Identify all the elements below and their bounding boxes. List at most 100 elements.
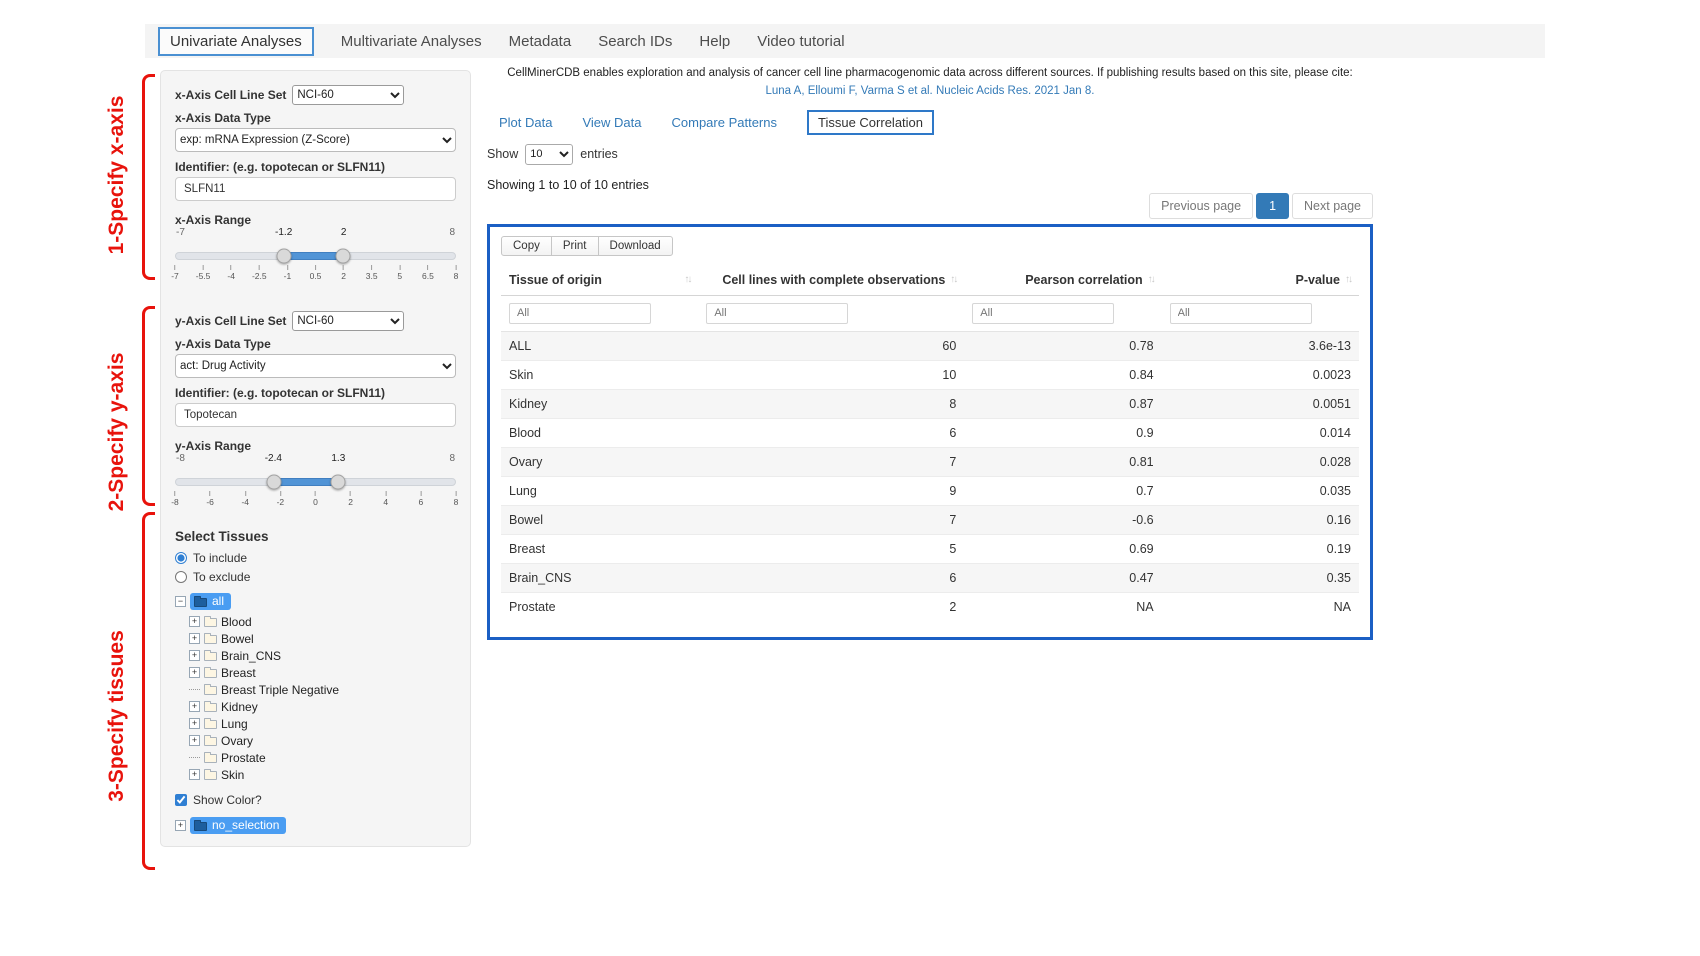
tree-node-all[interactable]: all (175, 592, 456, 611)
slider-handle-from[interactable] (276, 249, 291, 264)
table-row-bowel[interactable]: Bowel7-0.60.16 (501, 505, 1359, 534)
tree-node-skin[interactable]: Skin (189, 766, 456, 783)
subtab-plot-data[interactable]: Plot Data (499, 115, 552, 130)
table-row-kidney[interactable]: Kidney80.870.0051 (501, 389, 1359, 418)
copy-button[interactable]: Copy (501, 236, 552, 256)
slider-tick-label: -4 (227, 265, 235, 281)
tree-selected-node-all[interactable]: all (190, 593, 231, 610)
to-include-radio[interactable] (175, 552, 187, 564)
print-button[interactable]: Print (551, 236, 599, 256)
column-header-p-value[interactable]: P-value (1162, 265, 1359, 296)
subtab-tissue-correlation[interactable]: Tissue Correlation (807, 110, 934, 135)
table-row-brain-cns[interactable]: Brain_CNS60.470.35 (501, 563, 1359, 592)
sort-icon[interactable] (1148, 274, 1154, 285)
annotation-step2: 2-Specify y-axis (105, 353, 129, 512)
subtab-view-data[interactable]: View Data (582, 115, 641, 130)
tree-node-label: no_selection (212, 818, 279, 832)
slider-min-label: -8 (176, 453, 185, 464)
tissue-correlation-table: Tissue of origin Cell lines with complet… (501, 265, 1359, 621)
filter-pearson-input[interactable] (972, 303, 1114, 324)
filter-cell-lines-input[interactable] (706, 303, 848, 324)
x-identifier-input[interactable] (175, 177, 456, 201)
expand-icon[interactable] (189, 616, 200, 627)
tree-node-breast-triple-negative[interactable]: Breast Triple Negative (189, 681, 456, 698)
nav-tab-multivariate-analyses[interactable]: Multivariate Analyses (341, 33, 482, 50)
cell-tissue: Lung (501, 476, 698, 505)
nav-tab-metadata[interactable]: Metadata (509, 33, 572, 50)
tree-node-prostate[interactable]: Prostate (189, 749, 456, 766)
expand-icon[interactable] (189, 769, 200, 780)
slider-tick-label: 0 (313, 491, 318, 507)
column-header-pearson-correlation[interactable]: Pearson correlation (964, 265, 1161, 296)
tree-node-blood[interactable]: Blood (189, 613, 456, 630)
tree-node-no-selection[interactable]: no_selection (175, 817, 456, 834)
entries-per-page-select[interactable]: 10 (525, 144, 573, 165)
page-1-button[interactable]: 1 (1256, 193, 1289, 219)
slider-track[interactable] (175, 252, 456, 260)
table-row-all[interactable]: ALL600.783.6e-13 (501, 331, 1359, 360)
cell-cell-lines: 10 (698, 360, 964, 389)
x-axis-range-slider[interactable]: -7 -1.2 2 8 -7-5.5-4-2.5-10.523.556.58 (175, 227, 456, 281)
previous-page-button[interactable]: Previous page (1149, 193, 1253, 219)
tree-selected-node-no-selection[interactable]: no_selection (190, 817, 286, 834)
to-include-option[interactable]: To include (175, 551, 456, 565)
x-data-type-select[interactable]: exp: mRNA Expression (Z-Score) (175, 128, 456, 152)
table-row-ovary[interactable]: Ovary70.810.028 (501, 447, 1359, 476)
sort-icon[interactable] (684, 274, 690, 285)
x-cell-line-set-select[interactable]: NCI-60 (292, 85, 404, 105)
expand-icon[interactable] (189, 650, 200, 661)
sort-icon[interactable] (950, 274, 956, 285)
tree-node-breast[interactable]: Breast (189, 664, 456, 681)
expand-icon[interactable] (189, 701, 200, 712)
table-header-row: Tissue of origin Cell lines with complet… (501, 265, 1359, 296)
slider-handle-to[interactable] (331, 475, 346, 490)
slider-track[interactable] (175, 478, 456, 486)
nav-tab-search-ids[interactable]: Search IDs (598, 33, 672, 50)
expand-icon[interactable] (189, 735, 200, 746)
cell-cell-lines: 9 (698, 476, 964, 505)
nav-tab-univariate-analyses[interactable]: Univariate Analyses (158, 27, 314, 56)
cell-p-value: 0.35 (1162, 563, 1359, 592)
show-color-checkbox[interactable] (175, 794, 187, 806)
expand-icon[interactable] (175, 820, 186, 831)
y-data-type-select[interactable]: act: Drug Activity (175, 354, 456, 378)
expand-icon[interactable] (189, 633, 200, 644)
subtab-compare-patterns[interactable]: Compare Patterns (672, 115, 778, 130)
sort-icon[interactable] (1345, 274, 1351, 285)
tissue-correlation-highlight-box: Copy Print Download Tissue of origin Cel… (487, 224, 1373, 640)
next-page-button[interactable]: Next page (1292, 193, 1373, 219)
tree-node-ovary[interactable]: Ovary (189, 732, 456, 749)
cell-tissue: Kidney (501, 389, 698, 418)
table-row-breast[interactable]: Breast50.690.19 (501, 534, 1359, 563)
tree-node-kidney[interactable]: Kidney (189, 698, 456, 715)
filter-p-value-input[interactable] (1170, 303, 1312, 324)
expand-icon[interactable] (189, 667, 200, 678)
to-exclude-option[interactable]: To exclude (175, 570, 456, 584)
collapse-icon[interactable] (175, 596, 186, 607)
tissue-tree-children: BloodBowelBrain_CNSBreastBreast Triple N… (189, 613, 456, 783)
slider-value-labels: -7 -1.2 2 8 (175, 227, 456, 240)
download-button[interactable]: Download (598, 236, 673, 256)
y-axis-range-slider[interactable]: -8 -2.4 1.3 8 -8-6-4-202468 (175, 453, 456, 507)
column-header-cell-lines[interactable]: Cell lines with complete observations (698, 265, 964, 296)
to-exclude-radio[interactable] (175, 571, 187, 583)
expand-icon[interactable] (189, 718, 200, 729)
citation-link[interactable]: Luna A, Elloumi F, Varma S et al. Nuclei… (487, 85, 1373, 97)
table-row-prostate[interactable]: Prostate2NANA (501, 592, 1359, 621)
slider-handle-to[interactable] (336, 249, 351, 264)
slider-handle-from[interactable] (266, 475, 281, 490)
column-header-tissue-of-origin[interactable]: Tissue of origin (501, 265, 698, 296)
show-color-option[interactable]: Show Color? (175, 793, 456, 807)
tree-node-bowel[interactable]: Bowel (189, 630, 456, 647)
table-row-lung[interactable]: Lung90.70.035 (501, 476, 1359, 505)
nav-tab-video-tutorial[interactable]: Video tutorial (757, 33, 844, 50)
y-identifier-input[interactable] (175, 403, 456, 427)
nav-tab-help[interactable]: Help (699, 33, 730, 50)
tree-node-lung[interactable]: Lung (189, 715, 456, 732)
table-row-blood[interactable]: Blood60.90.014 (501, 418, 1359, 447)
filter-tissue-input[interactable] (509, 303, 651, 324)
table-row-skin[interactable]: Skin100.840.0023 (501, 360, 1359, 389)
cell-tissue: Blood (501, 418, 698, 447)
y-cell-line-set-select[interactable]: NCI-60 (292, 311, 404, 331)
tree-node-brain-cns[interactable]: Brain_CNS (189, 647, 456, 664)
